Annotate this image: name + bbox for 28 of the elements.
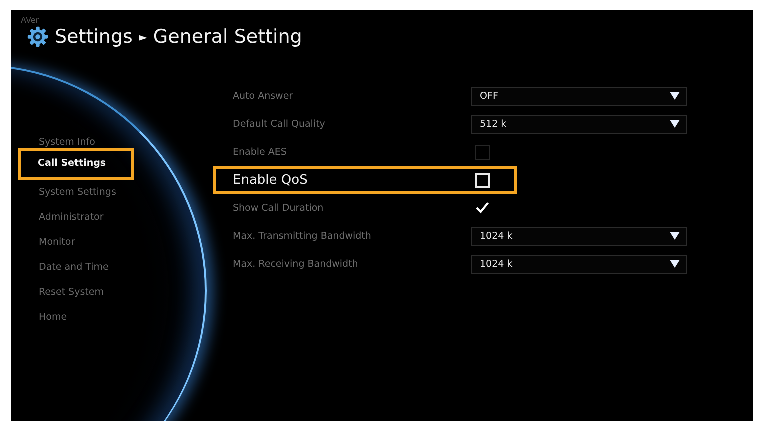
brand-logo: AVer xyxy=(21,16,40,26)
dropdown-field[interactable]: OFF xyxy=(471,86,687,106)
checkbox[interactable] xyxy=(475,172,490,188)
breadcrumb-separator: ► xyxy=(138,30,148,44)
setting-label: Show Call Duration xyxy=(232,202,325,214)
caret-icon xyxy=(670,92,680,100)
setting-label: Enable QoS xyxy=(232,172,309,188)
sidebar-item[interactable]: System Settings xyxy=(19,177,133,202)
caret-icon xyxy=(670,232,680,240)
sidebar-item[interactable]: Date and Time xyxy=(19,252,133,277)
sidebar-item[interactable]: Reset System xyxy=(19,277,133,302)
caret-icon xyxy=(670,120,680,128)
dropdown-field[interactable]: 1024 k xyxy=(471,254,687,274)
setting-label: Max. Receiving Bandwidth xyxy=(232,258,360,270)
page-subtitle: General Setting xyxy=(153,26,302,48)
sidebar-item[interactable]: Call Settings xyxy=(18,148,134,180)
page-title: Settings xyxy=(55,26,133,48)
setting-label: Max. Transmitting Bandwidth xyxy=(232,230,372,242)
dropdown-field[interactable]: 1024 k xyxy=(471,226,687,246)
caret-icon xyxy=(670,260,680,268)
dropdown-field[interactable]: 512 k xyxy=(471,114,687,134)
setting-label: Enable AES xyxy=(232,146,288,158)
gear-icon xyxy=(27,26,49,48)
setting-label: Auto Answer xyxy=(232,90,294,102)
sidebar-item[interactable]: Monitor xyxy=(19,227,133,252)
sidebar-item[interactable]: Administrator xyxy=(19,202,133,227)
setting-label: Default Call Quality xyxy=(232,118,326,130)
sidebar-item[interactable]: Home xyxy=(19,302,133,327)
